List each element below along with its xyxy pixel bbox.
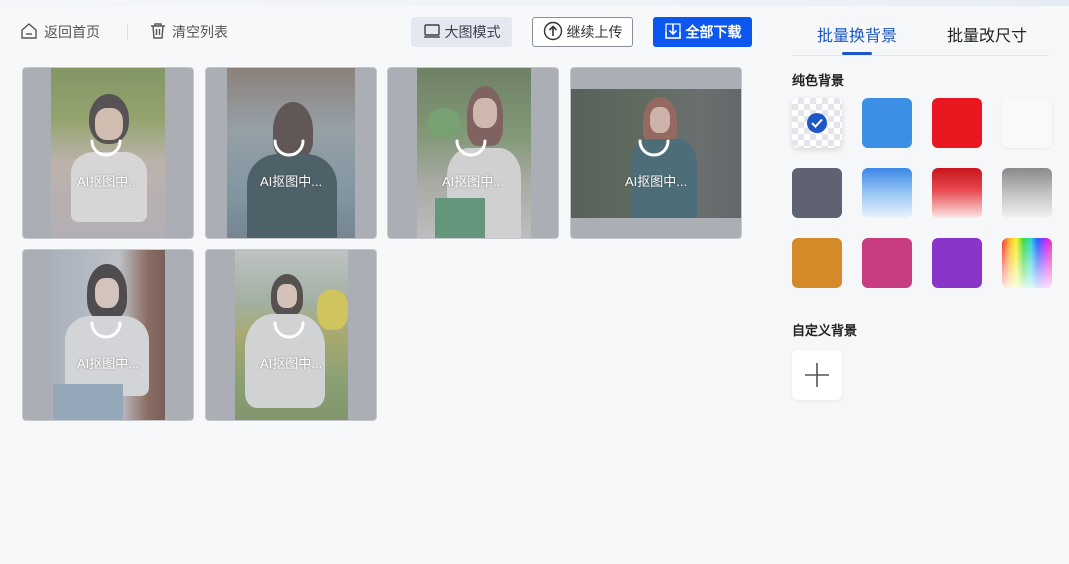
download-icon	[664, 22, 686, 43]
swatch-magenta[interactable]	[862, 238, 912, 288]
swatch-purple[interactable]	[932, 238, 982, 288]
tab-batch-change-background[interactable]: 批量换背景	[817, 22, 897, 46]
swatch-red[interactable]	[932, 98, 982, 148]
plus-icon	[805, 363, 829, 387]
toolbar: 返回首页 清空列表 大图模式 继续上传 全部下载	[0, 16, 770, 48]
loading-spinner-icon	[90, 321, 122, 339]
background-settings-panel: 批量换背景 批量改尺寸 纯色背景 自定义背景	[772, 6, 1069, 564]
tab-batch-resize[interactable]: 批量改尺寸	[947, 22, 1027, 46]
loading-spinner-icon	[455, 139, 487, 157]
image-card[interactable]: AI抠图中...	[22, 249, 194, 421]
swatch-red-gradient[interactable]	[932, 168, 982, 218]
swatch-blue[interactable]	[862, 98, 912, 148]
swatch-transparent[interactable]	[792, 98, 842, 148]
image-card[interactable]: AI抠图中...	[205, 249, 377, 421]
swatch-gray-gradient[interactable]	[1002, 168, 1052, 218]
continue-upload-button[interactable]: 继续上传	[532, 17, 633, 47]
processing-status: AI抠图中...	[76, 356, 140, 371]
image-card[interactable]: AI抠图中...	[22, 67, 194, 239]
swatch-slate[interactable]	[792, 168, 842, 218]
home-icon	[20, 22, 44, 43]
clear-list-label: 清空列表	[172, 24, 228, 40]
loading-spinner-icon	[638, 139, 670, 157]
image-card[interactable]: AI抠图中...	[205, 67, 377, 239]
toolbar-divider	[127, 24, 128, 40]
processing-status: AI抠图中...	[76, 174, 140, 189]
solid-background-title: 纯色背景	[792, 73, 845, 88]
swatch-blue-gradient[interactable]	[862, 168, 912, 218]
swatch-orange[interactable]	[792, 238, 842, 288]
clear-list-button[interactable]: 清空列表	[150, 16, 228, 48]
trash-icon	[150, 22, 172, 43]
loading-spinner-icon	[273, 139, 305, 157]
swatch-rainbow[interactable]	[1002, 238, 1052, 288]
large-view-mode-label: 大图模式	[444, 24, 501, 40]
download-all-button[interactable]: 全部下载	[653, 17, 752, 47]
processing-status: AI抠图中...	[259, 174, 323, 189]
custom-background-title: 自定义背景	[792, 323, 858, 338]
loading-spinner-icon	[273, 321, 305, 339]
add-custom-background-button[interactable]	[792, 350, 842, 400]
large-view-mode-button[interactable]: 大图模式	[411, 17, 512, 47]
processing-status: AI抠图中...	[259, 356, 323, 371]
image-card[interactable]: AI抠图中...	[570, 67, 742, 239]
tabs-divider	[792, 55, 1049, 56]
continue-upload-label: 继续上传	[566, 24, 623, 40]
check-icon	[807, 113, 827, 133]
image-card[interactable]: AI抠图中...	[387, 67, 559, 239]
loading-spinner-icon	[90, 139, 122, 157]
processing-status: AI抠图中...	[441, 174, 505, 189]
monitor-icon	[423, 23, 445, 42]
processing-status: AI抠图中...	[624, 174, 688, 189]
back-home-button[interactable]: 返回首页	[20, 16, 100, 48]
upload-icon	[543, 21, 567, 44]
swatch-white[interactable]	[1002, 98, 1052, 148]
back-home-label: 返回首页	[44, 24, 100, 40]
download-all-label: 全部下载	[685, 24, 742, 40]
